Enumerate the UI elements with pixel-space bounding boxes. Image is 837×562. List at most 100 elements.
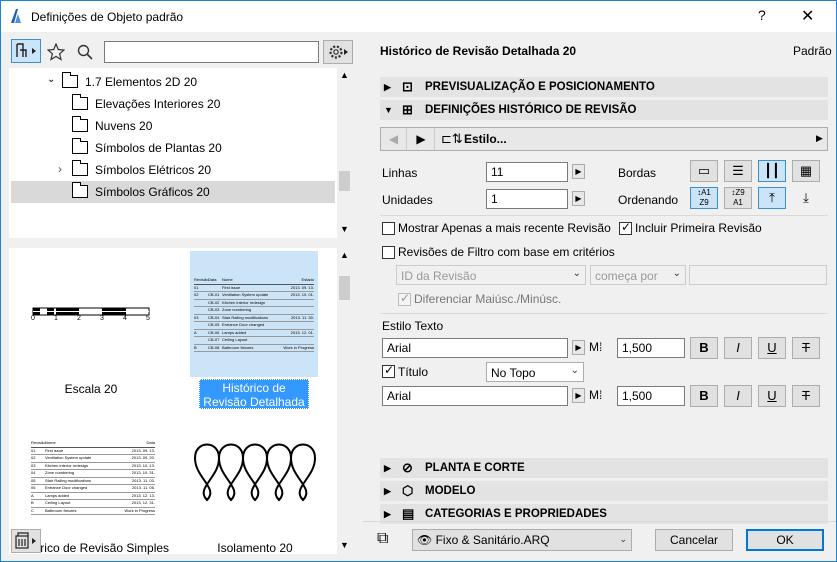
tree-item[interactable]: Nuvens 20	[9, 115, 337, 137]
sort-top-button[interactable]: ⤒	[758, 187, 786, 209]
object-type-button[interactable]	[11, 39, 41, 63]
gallery-item-detailed-revision[interactable]: Revisão Data Nome Estado 01 First issue 20…	[190, 251, 318, 377]
title-font-input[interactable]: Arial	[382, 386, 568, 406]
borders-label: Bordas	[618, 166, 657, 180]
scroll-up-icon[interactable]: ▲	[340, 250, 349, 260]
help-button[interactable]: ?	[758, 7, 766, 23]
border-vertical-button[interactable]: ┃┃	[758, 160, 786, 182]
preview-cell: Ceiling Layout	[222, 337, 248, 342]
text-size-input[interactable]: 1,500	[617, 338, 685, 358]
preview-cell: Revisão	[194, 277, 209, 282]
section-model[interactable]: ▶ ⬡ MODELO	[380, 481, 828, 501]
favorites-icon[interactable]	[47, 43, 65, 61]
border-all-button[interactable]: ▦	[792, 160, 820, 182]
sort-ascending-button[interactable]: ↕A1 Z9	[690, 187, 718, 209]
preview-row: 01 First issue 2013. 09. 13.	[31, 448, 155, 455]
scroll-thumb[interactable]	[339, 171, 350, 191]
title-strikethrough-button[interactable]: T	[792, 385, 820, 407]
preview-cell: CB-05	[208, 322, 220, 327]
chevron-down-icon[interactable]: ⌄	[47, 74, 55, 85]
include-first-checkbox[interactable]	[619, 220, 632, 235]
preview-cell: First issue	[222, 284, 241, 290]
filter-op-value: começa por	[595, 269, 658, 283]
scroll-up-icon[interactable]: ▲	[340, 70, 349, 80]
title-font-arrow-icon[interactable]: ▶	[572, 388, 585, 403]
next-arrow-icon[interactable]: ▶	[408, 128, 435, 150]
ok-button[interactable]: OK	[746, 529, 824, 551]
object-type-icon	[16, 43, 36, 57]
font-input[interactable]: Arial	[382, 338, 568, 358]
tree-item[interactable]: › Símbolos Elétricos 20	[9, 159, 337, 181]
preview-cell: Stair Railing modifications	[45, 477, 92, 483]
tree-item[interactable]: Elevações Interiores 20	[9, 93, 337, 115]
case-sensitive-checkbox[interactable]	[398, 291, 411, 306]
title-italic-button[interactable]: I	[724, 385, 752, 407]
gallery-item-scale[interactable]: 0 1 2 3 4 5 Escala 20	[9, 248, 173, 400]
scroll-down-icon[interactable]: ▼	[340, 540, 349, 550]
settings-button[interactable]	[323, 40, 353, 64]
folder-tree: ⌄ 1.7 Elementos 2D 20 Elevações Interior…	[9, 68, 351, 238]
preview-row: CB-07 Ceiling Layout	[194, 337, 314, 345]
section-preview[interactable]: ▶ ⊡ PREVISUALIZAÇÃO E POSICIONAMENTO	[380, 77, 828, 97]
preview-cell: 03	[194, 314, 199, 320]
tree-item-selected[interactable]: Símbolos Gráficos 20	[11, 181, 335, 203]
layer-select[interactable]: 👁 Fixo & Sanitário.ARQ ⌄	[412, 529, 632, 551]
title-underline-button[interactable]: U	[758, 385, 786, 407]
title-position-select[interactable]: No Topo ⌄	[486, 362, 584, 382]
strikethrough-button[interactable]: T	[792, 337, 820, 359]
tree-item-label: Símbolos de Plantas 20	[95, 141, 222, 155]
section-title: CATEGORIAS E PROPRIEDADES	[425, 508, 607, 520]
font-arrow-icon[interactable]: ▶	[572, 340, 585, 355]
title-checkbox[interactable]	[382, 363, 395, 378]
style-button[interactable]: ⊏⇅ Estilo... ▶	[436, 128, 828, 150]
rows-input[interactable]: 11	[486, 162, 568, 182]
title-size-input[interactable]: 1,500	[617, 386, 685, 406]
preview-cell: 2013. 11. 30.	[290, 314, 314, 320]
rows-arrow-icon[interactable]: ▶	[572, 164, 585, 179]
gallery-item-insulation[interactable]: Isolamento 20	[173, 420, 337, 555]
title-bold-button[interactable]: B	[690, 385, 718, 407]
scroll-down-icon[interactable]: ▼	[340, 224, 349, 234]
tree-item[interactable]: Símbolos de Plantas 20	[9, 137, 337, 159]
tree-scrollbar[interactable]: ▲ ▼	[337, 68, 351, 238]
close-button[interactable]: ✕	[801, 6, 814, 26]
tree-item[interactable]: ⌄ 1.7 Elementos 2D 20	[9, 71, 337, 93]
section-title: PLANTA E CORTE	[425, 462, 525, 474]
bold-button[interactable]: B	[690, 337, 718, 359]
preview-cell: 2013. 12. 01.	[290, 329, 314, 335]
include-first-label: Incluir Primeira Revisão	[635, 221, 762, 235]
italic-button[interactable]: I	[724, 337, 752, 359]
sort-descending-button[interactable]: ↕Z9 A1	[724, 187, 752, 209]
cancel-button[interactable]: Cancelar	[655, 529, 733, 551]
preview-row: 01 First issue 2013. 09. 13.	[194, 284, 314, 292]
insulation-preview	[194, 443, 317, 502]
units-arrow-icon[interactable]: ▶	[572, 191, 585, 206]
show-recent-checkbox[interactable]	[382, 222, 395, 235]
gallery-scrollbar[interactable]: ▲ ▼	[337, 248, 351, 554]
chevron-right-icon[interactable]: ›	[58, 162, 62, 176]
underline-button[interactable]: U	[758, 337, 786, 359]
tree-item-label: 1.7 Elementos 2D 20	[85, 75, 198, 89]
sort-bottom-button[interactable]: ⤓	[792, 187, 820, 209]
filter-value-input[interactable]	[689, 265, 827, 285]
preview-cell: A	[31, 492, 34, 498]
border-outer-button[interactable]: ▭	[690, 160, 718, 182]
scroll-thumb[interactable]	[339, 276, 350, 300]
preview-cell: 2013. 09. 13.	[290, 284, 314, 290]
prev-arrow-icon[interactable]: ◀	[381, 128, 407, 150]
library-manager-button[interactable]	[11, 529, 41, 553]
border-horizontal-button[interactable]: ☰	[724, 160, 752, 182]
preview-cell: Ventilation System update	[45, 455, 92, 460]
filter-field-select[interactable]: ID da Revisão ⌄	[396, 265, 586, 285]
section-settings[interactable]: ▼ ⊞ DEFINIÇÕES HISTÓRICO DE REVISÃO	[380, 100, 828, 120]
preview-cell: 2013. 09. 20.	[131, 455, 155, 460]
title-position-value: No Topo	[491, 366, 536, 380]
units-input[interactable]: 1	[486, 189, 568, 209]
section-plan[interactable]: ▶ ⊘ PLANTA E CORTE	[380, 458, 828, 478]
preview-cell: Lamps added	[45, 492, 70, 498]
filter-label: Revisões de Filtro com base em critérios	[398, 245, 615, 259]
filter-checkbox[interactable]	[382, 246, 395, 259]
filter-op-select[interactable]: começa por ⌄	[590, 265, 686, 285]
search-input[interactable]	[104, 41, 319, 63]
triangle-right-icon: ▶	[384, 463, 391, 473]
